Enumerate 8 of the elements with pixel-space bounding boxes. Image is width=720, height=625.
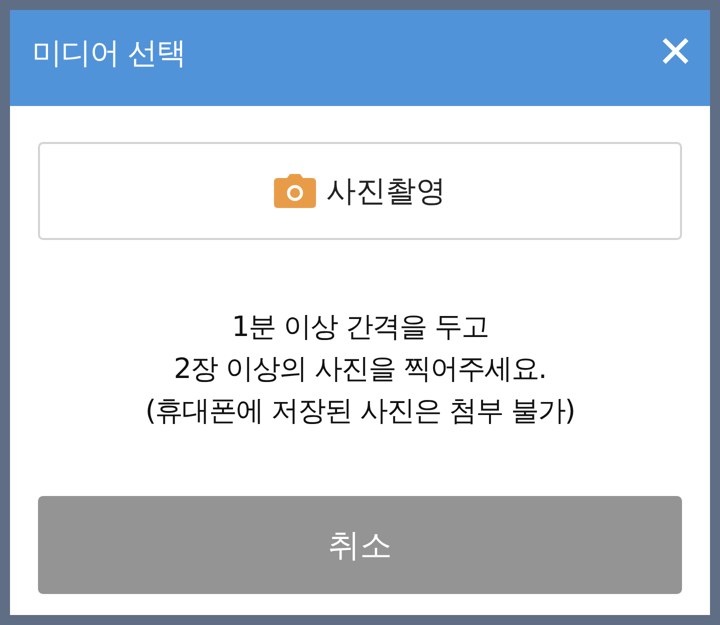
cancel-button[interactable]: 취소 xyxy=(38,496,682,594)
message-line: 1분 이상 간격을 두고 xyxy=(230,309,490,345)
dialog-title: 미디어 선택 xyxy=(32,34,186,72)
take-photo-button[interactable]: 사진촬영 xyxy=(38,142,682,240)
message-line: (휴대폰에 저장된 사진은 첨부 불가) xyxy=(144,393,576,429)
message-line: 2장 이상의 사진을 찍어주세요. xyxy=(172,351,548,387)
camera-icon xyxy=(274,174,316,208)
close-button[interactable]: ✕ xyxy=(657,31,694,75)
